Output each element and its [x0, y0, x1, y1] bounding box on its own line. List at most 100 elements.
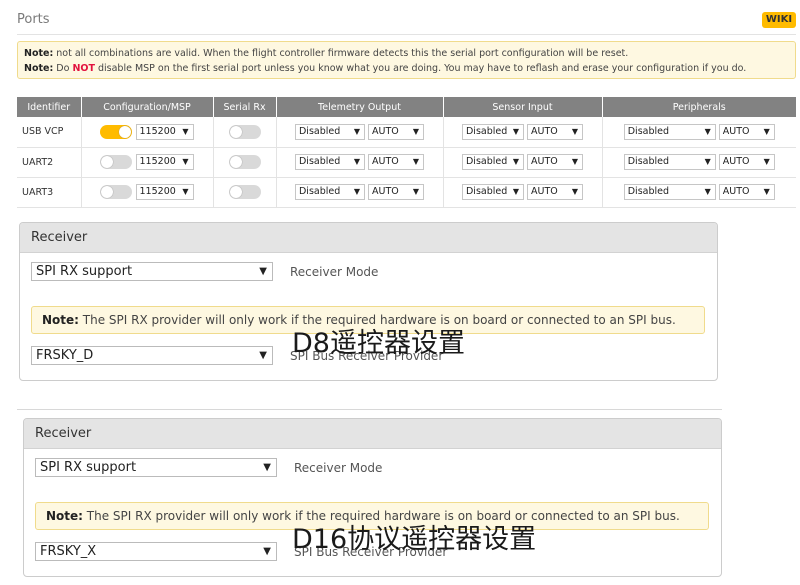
note-prefix: Note:	[24, 63, 54, 74]
telemetry-cell: Disabled ▼ AUTO ▼	[276, 177, 444, 208]
table-row: UART3 115200 ▼ Disabled ▼ AUTO ▼ Disabled ▼ …	[17, 177, 796, 208]
chevron-down-icon: ▼	[704, 126, 711, 136]
configuration-cell: 115200 ▼	[81, 117, 214, 148]
chevron-down-icon: ▼	[763, 157, 770, 166]
chevron-down-icon: ▼	[259, 350, 267, 361]
telemetry-select[interactable]: Disabled ▼	[294, 154, 365, 170]
column-header-sensor: Sensor Input	[443, 97, 603, 117]
chevron-down-icon: ▼	[182, 157, 189, 166]
peripheral-rate-select[interactable]: AUTO ▼	[718, 123, 775, 140]
sensor-rate-select[interactable]: AUTO ▼	[527, 184, 584, 200]
port-identifier: UART3	[17, 177, 82, 208]
divider	[17, 34, 796, 35]
msp-toggle[interactable]	[100, 185, 133, 199]
ports-note: Note: not all combinations are valid. Wh…	[17, 41, 796, 79]
chevron-down-icon: ▼	[263, 462, 271, 473]
peripherals-cell: Disabled ▼ AUTO ▼	[602, 117, 796, 148]
chevron-down-icon: ▼	[512, 126, 519, 136]
peripheral-select[interactable]: Disabled ▼	[623, 123, 716, 140]
port-identifier: UART2	[17, 147, 82, 178]
receiver-mode-select[interactable]: SPI RX support ▼	[31, 262, 273, 281]
serial-rx-toggle[interactable]	[228, 155, 261, 169]
peripheral-select[interactable]: Disabled ▼	[623, 184, 716, 200]
sensor-select[interactable]: Disabled ▼	[461, 123, 524, 140]
receiver-mode-label: Receiver Mode	[294, 461, 383, 475]
receiver-mode-label: Receiver Mode	[290, 265, 379, 279]
configuration-cell: 115200 ▼	[81, 177, 214, 208]
sensor-rate-select[interactable]: AUTO ▼	[527, 123, 584, 140]
peripherals-cell: Disabled ▼ AUTO ▼	[602, 177, 796, 208]
note-text: disable MSP on the first serial port unl…	[94, 63, 747, 74]
sensor-cell: Disabled ▼ AUTO ▼	[443, 147, 603, 178]
column-header-configuration: Configuration/MSP	[81, 97, 214, 117]
panel-title: Receiver	[24, 419, 721, 449]
page-title: Ports	[17, 12, 50, 27]
column-header-peripherals: Peripherals	[602, 97, 796, 117]
chevron-down-icon: ▼	[353, 157, 360, 166]
peripheral-select[interactable]: Disabled ▼	[623, 154, 716, 170]
telemetry-cell: Disabled ▼ AUTO ▼	[276, 147, 444, 178]
telemetry-select[interactable]: Disabled ▼	[294, 184, 365, 200]
sensor-cell: Disabled ▼ AUTO ▼	[443, 117, 603, 148]
chevron-down-icon: ▼	[263, 546, 271, 557]
chevron-down-icon: ▼	[704, 157, 711, 166]
overlay-caption-d8: D8遥控器设置	[292, 328, 465, 359]
spi-provider-select[interactable]: FRSKY_D ▼	[31, 346, 273, 365]
serial-rx-toggle[interactable]	[228, 185, 261, 199]
msp-toggle[interactable]	[100, 155, 133, 169]
chevron-down-icon: ▼	[412, 126, 420, 136]
sensor-rate-select[interactable]: AUTO ▼	[527, 154, 584, 170]
note-text: Do	[53, 63, 73, 74]
telemetry-rate-select[interactable]: AUTO ▼	[368, 154, 425, 170]
panel-title: Receiver	[20, 223, 717, 253]
chevron-down-icon: ▼	[763, 187, 770, 196]
chevron-down-icon: ▼	[512, 157, 519, 166]
serial-rx-toggle[interactable]	[228, 124, 261, 139]
chevron-down-icon: ▼	[571, 157, 579, 166]
msp-toggle[interactable]	[100, 124, 133, 139]
chevron-down-icon: ▼	[182, 187, 189, 196]
peripheral-rate-select[interactable]: AUTO ▼	[718, 154, 775, 170]
overlay-caption-d16: D16协议遥控器设置	[292, 524, 537, 555]
telemetry-rate-select[interactable]: AUTO ▼	[368, 184, 425, 200]
chevron-down-icon: ▼	[412, 187, 420, 196]
chevron-down-icon: ▼	[182, 126, 189, 136]
chevron-down-icon: ▼	[259, 266, 267, 277]
column-header-serial-rx: Serial Rx	[213, 97, 277, 117]
telemetry-cell: Disabled ▼ AUTO ▼	[276, 117, 444, 148]
chevron-down-icon: ▼	[512, 187, 519, 196]
chevron-down-icon: ▼	[571, 126, 579, 136]
chevron-down-icon: ▼	[571, 187, 579, 196]
sensor-cell: Disabled ▼ AUTO ▼	[443, 177, 603, 208]
telemetry-select[interactable]: Disabled ▼	[294, 123, 365, 140]
peripherals-cell: Disabled ▼ AUTO ▼	[602, 147, 796, 178]
table-row: USB VCP 115200 ▼ Disabled ▼ AUTO ▼ Disabled…	[17, 117, 796, 148]
peripheral-rate-select[interactable]: AUTO ▼	[718, 184, 775, 200]
serial-rx-cell	[213, 147, 277, 178]
baud-select[interactable]: 115200 ▼	[135, 123, 194, 140]
receiver-mode-select[interactable]: SPI RX support ▼	[35, 458, 277, 477]
divider	[17, 409, 722, 410]
column-header-identifier: Identifier	[17, 97, 82, 117]
note-warning-word: NOT	[72, 63, 95, 74]
chevron-down-icon: ▼	[353, 187, 360, 196]
chevron-down-icon: ▼	[763, 126, 770, 136]
telemetry-rate-select[interactable]: AUTO ▼	[368, 123, 425, 140]
baud-select[interactable]: 115200 ▼	[135, 154, 194, 170]
configuration-cell: 115200 ▼	[81, 147, 214, 178]
note-text: not all combinations are valid. When the…	[53, 48, 629, 59]
baud-select[interactable]: 115200 ▼	[135, 184, 194, 200]
chevron-down-icon: ▼	[412, 157, 420, 166]
table-row: UART2 115200 ▼ Disabled ▼ AUTO ▼ Disabled ▼ …	[17, 147, 796, 178]
sensor-select[interactable]: Disabled ▼	[461, 184, 524, 200]
spi-provider-select[interactable]: FRSKY_X ▼	[35, 542, 277, 561]
ports-table: Identifier Configuration/MSP Serial Rx T…	[17, 97, 796, 208]
serial-rx-cell	[213, 177, 277, 208]
column-header-telemetry: Telemetry Output	[276, 97, 444, 117]
serial-rx-cell	[213, 117, 277, 148]
chevron-down-icon: ▼	[704, 187, 711, 196]
note-prefix: Note:	[24, 48, 54, 59]
port-identifier: USB VCP	[17, 117, 82, 148]
sensor-select[interactable]: Disabled ▼	[461, 154, 524, 170]
wiki-button[interactable]: WIKI	[762, 12, 796, 28]
